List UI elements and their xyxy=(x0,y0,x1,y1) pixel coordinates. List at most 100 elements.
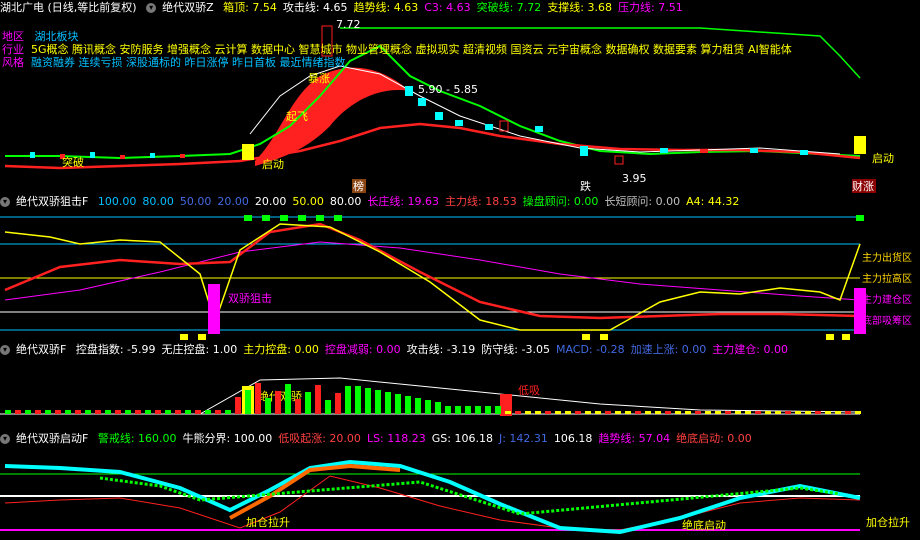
histogram-bar xyxy=(735,411,741,414)
readout: 80.00 xyxy=(142,195,174,208)
histogram-bar xyxy=(765,411,771,414)
zone-label: 主力拉高区 xyxy=(862,274,912,285)
launch-marker: 启动 xyxy=(262,158,284,171)
histogram-bar xyxy=(205,410,211,414)
control-chart[interactable]: 绝代双骄 低吸 xyxy=(0,358,920,430)
readout: 长庄线: 19.63 xyxy=(367,195,440,208)
collapse-icon[interactable]: ▾ xyxy=(0,434,10,444)
launch-chart[interactable]: 加仓拉升 绝底启动 加仓拉升 xyxy=(0,448,920,540)
histogram-bar xyxy=(115,410,121,414)
info-value: 融资融券 连续亏损 深股通标的 昨日涨停 昨日首板 最近情绪指数 xyxy=(31,56,346,69)
histogram-bar xyxy=(665,411,671,414)
readout: 主力线: 18.53 xyxy=(445,195,517,208)
histogram-bar xyxy=(355,386,361,414)
readout: 控盘指数: -5.99 xyxy=(75,343,156,356)
indicator-name[interactable]: 绝代双骄狙击F xyxy=(16,195,88,208)
readout: C3: 4.63 xyxy=(424,1,471,14)
histogram-bar xyxy=(295,399,301,414)
histogram-bar xyxy=(215,410,221,414)
histogram-bar xyxy=(755,411,761,414)
readout: 趋势线: 57.04 xyxy=(598,432,671,445)
histogram-bar xyxy=(25,410,31,414)
main-line xyxy=(4,222,861,320)
info-key: 行业 xyxy=(2,43,24,56)
histogram-bar xyxy=(475,406,481,414)
readout: 100.00 xyxy=(97,195,137,208)
histogram-bar xyxy=(815,411,821,414)
pane2-header: ▾ 绝代双骄狙击F 100.00 80.00 50.00 20.00 20.00 50.00… xyxy=(0,194,751,210)
histogram-bar xyxy=(595,411,601,414)
signal-label: 低吸 xyxy=(518,384,540,397)
indicator-name[interactable]: 绝代双骄Z xyxy=(162,1,214,14)
histogram-bar xyxy=(555,411,561,414)
histogram-bar xyxy=(545,411,551,414)
collapse-icon[interactable]: ▾ xyxy=(0,197,10,207)
histogram-bar xyxy=(495,406,501,414)
histogram-bar xyxy=(105,410,111,414)
histogram-bar xyxy=(685,411,691,414)
histogram-bar xyxy=(305,392,311,414)
readout: 加速上涨: 0.00 xyxy=(630,343,707,356)
histogram-bar xyxy=(225,410,231,414)
sniper-signal: 双骄狙击 xyxy=(228,292,272,305)
readout: 突破线: 7.72 xyxy=(476,1,542,14)
histogram-bar xyxy=(635,411,641,414)
collapse-icon[interactable]: ▾ xyxy=(0,345,10,355)
marker-label: 跌 xyxy=(580,179,591,193)
indicator-name[interactable]: 绝代双骄启动F xyxy=(16,432,88,445)
readout: 50.00 xyxy=(179,195,212,208)
info-block: 地区 湖北板块 行业 5G概念 腾讯概念 安防服务 增强概念 云计算 数据中心 … xyxy=(2,30,792,69)
histogram-bar xyxy=(15,410,21,414)
launch-marker: 启动 xyxy=(872,152,894,165)
histogram-bar xyxy=(195,410,201,414)
histogram-bar xyxy=(585,411,591,414)
readout: 低吸起涨: 20.00 xyxy=(278,432,361,445)
indicator-name[interactable]: 绝代双骄F xyxy=(16,343,66,356)
readout: 箱顶: 7.54 xyxy=(223,1,277,14)
readout: 主力控盘: 0.00 xyxy=(243,343,319,356)
readout: 长短顾问: 0.00 xyxy=(604,195,681,208)
histogram-bar xyxy=(705,411,711,414)
histogram-bar xyxy=(425,400,431,414)
readout: MACD: -0.28 xyxy=(555,343,625,356)
readout: 106.18 xyxy=(553,432,593,445)
surge-marker: 暴涨 xyxy=(308,72,330,85)
histogram-bar xyxy=(375,390,381,414)
readout: 无庄控盘: 1.00 xyxy=(161,343,238,356)
histogram-bar xyxy=(565,411,571,414)
readout: 防守线: -3.05 xyxy=(481,343,550,356)
histogram-bar xyxy=(135,410,141,414)
info-key: 地区 xyxy=(2,30,24,43)
histogram-bar xyxy=(805,411,811,414)
sniper-chart[interactable]: 双骄狙击 xyxy=(0,212,920,342)
histogram-bar xyxy=(835,411,841,414)
marker-label: 财涨 xyxy=(852,179,874,193)
histogram-bar xyxy=(165,410,171,414)
readout: J: 142.31 xyxy=(498,432,548,445)
histogram-bar xyxy=(125,410,131,414)
sniper-bar xyxy=(208,284,220,334)
pane4-header: ▾ 绝代双骄启动F 警戒线: 160.00 牛熊分界: 100.00 低吸起涨: 20… xyxy=(0,431,764,447)
histogram-bar xyxy=(235,397,241,414)
histogram-bar xyxy=(95,410,101,414)
readout: 50.00 xyxy=(292,195,324,208)
histogram-bar xyxy=(725,411,731,414)
info-value: 5G概念 腾讯概念 安防服务 增强概念 云计算 数据中心 智慧城市 物业管理概念… xyxy=(31,43,792,56)
readout: 趋势线: 4.63 xyxy=(353,1,419,14)
histogram-bar xyxy=(785,411,791,414)
readout: 20.00 xyxy=(217,195,249,208)
pane2-readouts: 100.00 80.00 50.00 20.00 20.00 50.00 80.00 长庄线:… xyxy=(98,195,746,208)
readout: 支撑线: 3.68 xyxy=(547,1,613,14)
histogram-bar xyxy=(255,383,261,414)
readout: 操盘顾问: 0.00 xyxy=(522,195,599,208)
histogram-bar xyxy=(365,388,371,414)
signal-label: 加仓拉升 xyxy=(246,515,290,529)
zone-label: 主力出货区 xyxy=(862,253,912,264)
histogram-bar xyxy=(245,390,251,414)
rise-marker: 起飞 xyxy=(286,110,308,123)
mid-price-label: 5.90 - 5.85 xyxy=(418,83,478,96)
histogram-bar xyxy=(655,411,661,414)
collapse-icon[interactable]: ▾ xyxy=(146,3,157,13)
readout: 攻击线: 4.65 xyxy=(282,1,348,14)
yellow-squares xyxy=(180,334,850,340)
